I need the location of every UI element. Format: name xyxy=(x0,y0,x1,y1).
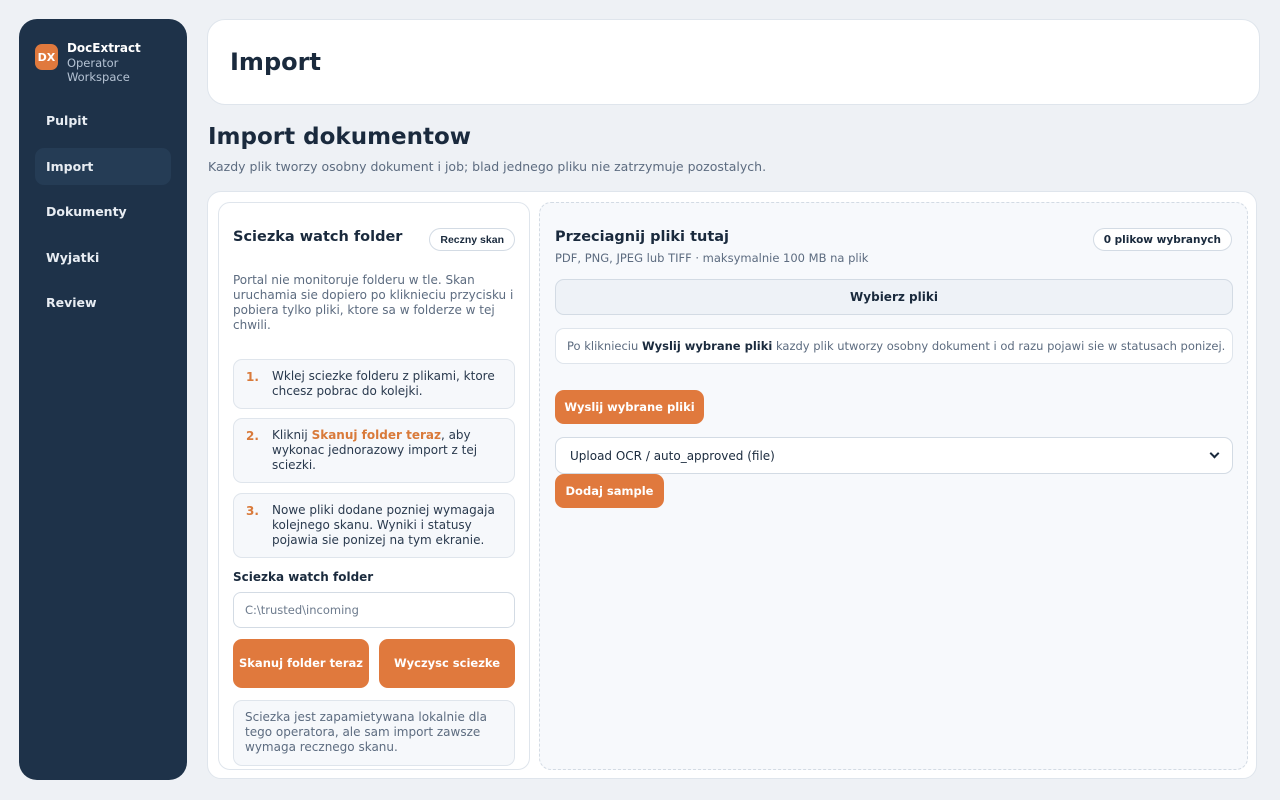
manual-scan-button[interactable]: Reczny skan xyxy=(429,228,515,251)
header-card: Import xyxy=(207,19,1260,105)
sidebar: DX DocExtract Operator Workspace Pulpit … xyxy=(19,19,187,780)
watch-folder-panel: Sciezka watch folder Reczny skan Portal … xyxy=(218,202,530,770)
watch-folder-title: Sciezka watch folder xyxy=(233,229,403,245)
step-text: Wklej sciezke folderu z plikami, ktore c… xyxy=(272,369,495,398)
chevron-down-icon xyxy=(1209,448,1220,459)
upload-info-before: Po kliknieciu xyxy=(567,339,639,353)
import-card: Sciezka watch folder Reczny skan Portal … xyxy=(207,191,1257,779)
send-files-button[interactable]: Wyslij wybrane pliki xyxy=(555,390,704,424)
upload-info-after: kazdy plik utworzy osobny dokument i od … xyxy=(775,339,1226,353)
sidebar-item-pulpit[interactable]: Pulpit xyxy=(35,102,171,139)
upload-mode-value: Upload OCR / auto_approved (file) xyxy=(570,448,775,463)
selected-files-count: 0 plikow wybranych xyxy=(1092,228,1232,251)
brand-subtitle: Operator Workspace xyxy=(66,56,130,84)
watch-folder-description: Portal nie monitoruje folderu w tle. Ska… xyxy=(233,273,514,332)
step-text-before: Kliknij xyxy=(272,428,312,442)
add-sample-button[interactable]: Dodaj sample xyxy=(555,474,664,508)
header-title: Import xyxy=(230,48,321,76)
step-item: 2. Kliknij Skanuj folder teraz, aby wyko… xyxy=(233,418,515,483)
upload-info: Po kliknieciu Wyslij wybrane pliki kazdy… xyxy=(555,328,1233,364)
brand-logo: DX xyxy=(35,44,58,70)
watch-folder-path-input[interactable] xyxy=(233,592,515,628)
clear-path-button[interactable]: Wyczysc sciezke xyxy=(379,639,515,688)
page-title: Import dokumentow xyxy=(208,124,472,150)
step-number: 3. xyxy=(246,504,259,518)
step-number: 1. xyxy=(246,370,259,384)
page-subtitle: Kazdy plik tworzy osobny dokument i job;… xyxy=(208,159,767,174)
sidebar-item-import[interactable]: Import xyxy=(35,147,171,185)
dropzone-title: Przeciagnij pliki tutaj xyxy=(555,229,730,245)
watch-folder-field-label: Sciezka watch folder xyxy=(233,570,374,584)
step-item: 3. Nowe pliki dodane pozniej wymagaja ko… xyxy=(233,493,515,558)
dropzone-subtitle: PDF, PNG, JPEG lub TIFF · maksymalnie 10… xyxy=(555,251,869,265)
sidebar-item-dokumenty[interactable]: Dokumenty xyxy=(35,193,171,230)
watch-folder-note: Sciezka jest zapamietywana lokalnie dla … xyxy=(233,700,515,766)
step-highlight: Skanuj folder teraz xyxy=(311,428,441,442)
sidebar-item-wyjatki[interactable]: Wyjatki xyxy=(35,239,171,276)
sidebar-item-review[interactable]: Review xyxy=(35,284,171,321)
upload-mode-select[interactable]: Upload OCR / auto_approved (file) xyxy=(555,437,1233,474)
step-item: 1. Wklej sciezke folderu z plikami, ktor… xyxy=(233,359,515,409)
upload-dropzone[interactable]: Przeciagnij pliki tutaj PDF, PNG, JPEG l… xyxy=(539,202,1248,770)
sidebar-nav: Pulpit Import Dokumenty Wyjatki Review xyxy=(35,102,171,321)
choose-files-button[interactable]: Wybierz pliki xyxy=(555,279,1233,315)
upload-info-bold: Wyslij wybrane pliki xyxy=(641,339,773,353)
brand-name: DocExtract xyxy=(66,41,141,55)
step-text: Nowe pliki dodane pozniej wymagaja kolej… xyxy=(272,503,495,547)
scan-folder-button[interactable]: Skanuj folder teraz xyxy=(233,639,369,688)
step-number: 2. xyxy=(246,429,259,443)
brand: DX DocExtract Operator Workspace xyxy=(35,41,171,84)
